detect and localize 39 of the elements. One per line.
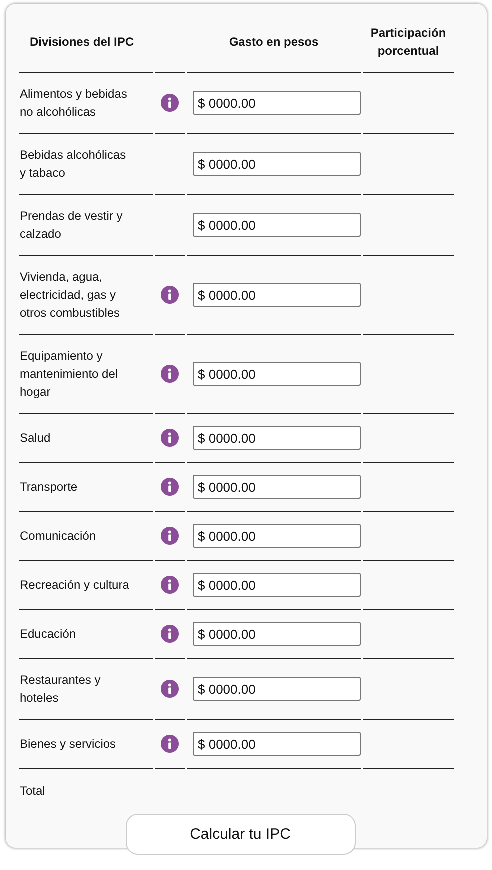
row-label: Recreación y cultura xyxy=(20,577,130,594)
input-field[interactable]: $ 0000.00 xyxy=(193,426,361,450)
input-field[interactable]: $ 0000.00 xyxy=(193,213,361,237)
row-label: Transporte xyxy=(20,479,79,496)
row-label: Comunicación xyxy=(20,528,98,545)
info-icon[interactable] xyxy=(161,680,179,698)
row-label: Bienes y servicios xyxy=(20,736,118,753)
info-icon[interactable] xyxy=(161,94,179,112)
column-header: Divisiones del IPC xyxy=(30,34,134,48)
row-label: Bebidas alcohólicas y tabaco xyxy=(20,147,128,182)
row-label: Salud xyxy=(20,430,52,447)
input-field[interactable]: $ 0000.00 xyxy=(193,573,361,597)
input-field[interactable]: $ 0000.00 xyxy=(193,475,361,499)
info-icon[interactable] xyxy=(161,735,179,753)
calculate-button[interactable]: Calcular tu IPC xyxy=(126,814,356,855)
input-field[interactable]: $ 0000.00 xyxy=(193,91,361,115)
column-header: Gasto en pesos xyxy=(229,34,319,48)
info-icon[interactable] xyxy=(161,625,179,643)
row-label: Educación xyxy=(20,626,78,643)
row-label: Prendas de vestir y calzado xyxy=(20,208,124,243)
row-label: Vivienda, agua, electricidad, gas y otros combustibles xyxy=(20,269,122,322)
info-icon[interactable] xyxy=(161,576,179,594)
input-field[interactable]: $ 0000.00 xyxy=(193,152,361,176)
row-label: Alimentos y bebidas no alcohólicas xyxy=(20,86,128,121)
info-icon[interactable] xyxy=(161,365,179,383)
info-icon[interactable] xyxy=(161,478,179,496)
info-icon[interactable] xyxy=(161,286,179,304)
total-label: Total xyxy=(20,784,46,798)
input-field[interactable]: $ 0000.00 xyxy=(193,622,361,646)
input-field[interactable]: $ 0000.00 xyxy=(193,732,361,756)
input-field[interactable]: $ 0000.00 xyxy=(193,677,361,701)
row-label: Equipamiento y mantenimiento del hogar xyxy=(20,348,120,401)
input-field[interactable]: $ 0000.00 xyxy=(193,283,361,307)
row-label: Restaurantes y hoteles xyxy=(20,672,102,707)
input-field[interactable]: $ 0000.00 xyxy=(193,524,361,548)
info-icon[interactable] xyxy=(161,527,179,545)
input-field[interactable]: $ 0000.00 xyxy=(193,362,361,386)
info-icon[interactable] xyxy=(161,429,179,447)
column-header: Participación porcentual xyxy=(370,26,446,58)
